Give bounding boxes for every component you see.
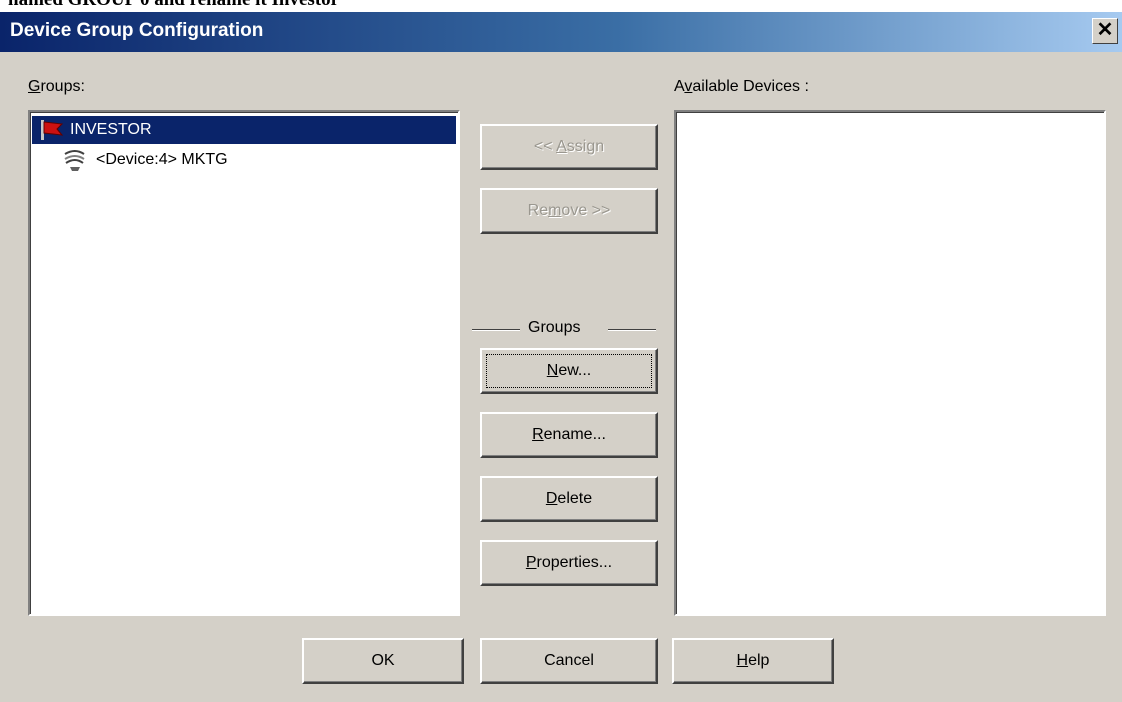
- properties-button-label: Properties...: [525, 554, 613, 571]
- cropped-caption-text: named GROUP 0 and rename it Investor: [8, 0, 339, 11]
- title-bar[interactable]: Device Group Configuration ✕: [0, 12, 1122, 52]
- groups-tree[interactable]: INVESTOR <Device:4> MKTG: [28, 110, 460, 616]
- remove-button[interactable]: Remove >>: [480, 188, 658, 234]
- groups-label-text: roups:: [40, 78, 85, 95]
- screenshot: named GROUP 0 and rename it Investor Dev…: [0, 0, 1122, 702]
- help-button-label: Help: [736, 652, 770, 669]
- close-button[interactable]: ✕: [1092, 18, 1118, 44]
- delete-group-button[interactable]: Delete: [480, 476, 658, 522]
- rename-button-label: Rename...: [532, 426, 606, 443]
- tree-item-label: INVESTOR: [70, 121, 152, 138]
- available-label-text: ailable Devices :: [692, 78, 809, 95]
- properties-button[interactable]: Properties...: [480, 540, 658, 586]
- cancel-button-label: Cancel: [544, 652, 594, 669]
- available-label-prefix: A: [674, 78, 685, 95]
- remove-button-label: Remove >>: [527, 202, 611, 219]
- tree-item-device-mktg[interactable]: <Device:4> MKTG: [32, 146, 456, 174]
- groups-label-hotkey: G: [28, 78, 41, 95]
- tree-item-investor[interactable]: INVESTOR: [32, 116, 456, 144]
- ok-button-label: OK: [371, 652, 395, 669]
- groups-section-label: Groups: [528, 319, 581, 336]
- assign-button-label: << Assign: [533, 138, 605, 155]
- close-icon: ✕: [1096, 19, 1114, 41]
- delete-button-label: Delete: [545, 490, 593, 507]
- device-icon: [64, 150, 85, 171]
- available-devices-list[interactable]: [674, 110, 1106, 616]
- cancel-button[interactable]: Cancel: [480, 638, 658, 684]
- device-group-configuration-dialog: Device Group Configuration ✕ Groups: INV…: [0, 12, 1122, 702]
- groups-section-separator: Groups: [472, 318, 658, 342]
- red-flag-icon: [41, 120, 64, 140]
- help-button[interactable]: Help: [672, 638, 834, 684]
- assign-button[interactable]: << Assign: [480, 124, 658, 170]
- separator-line-right: [608, 329, 656, 331]
- available-devices-label: Available Devices :: [674, 78, 809, 96]
- separator-line-left: [472, 329, 520, 331]
- window-title: Device Group Configuration: [10, 20, 264, 41]
- rename-group-button[interactable]: Rename...: [480, 412, 658, 458]
- tree-item-label: <Device:4> MKTG: [96, 151, 228, 168]
- groups-label: Groups:: [28, 78, 85, 96]
- new-button-label: New...: [546, 362, 592, 379]
- ok-button[interactable]: OK: [302, 638, 464, 684]
- new-group-button[interactable]: New...: [480, 348, 658, 394]
